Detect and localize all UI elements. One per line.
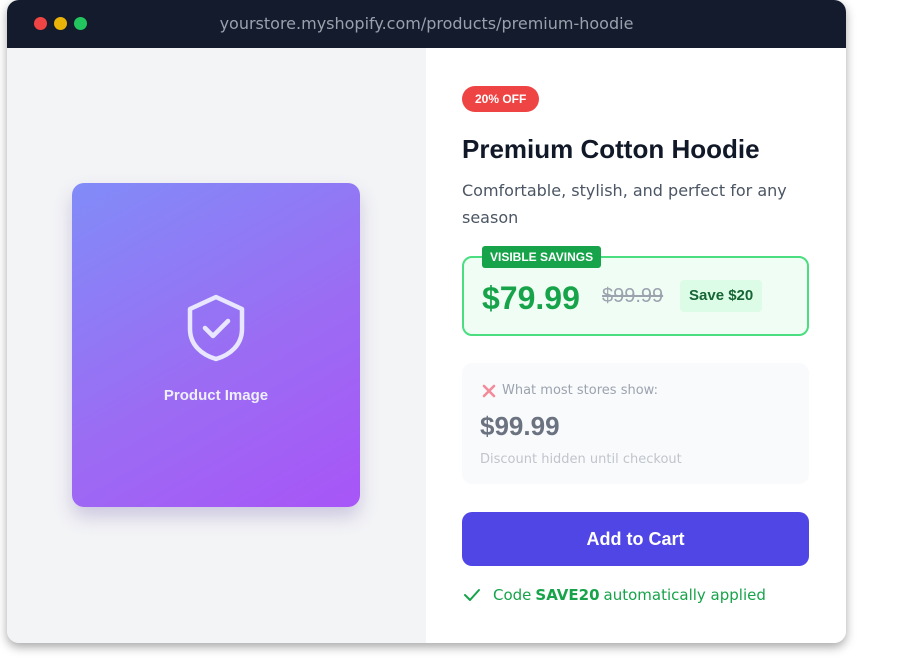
coupon-suffix: automatically applied [603,586,766,604]
shield-check-icon [187,294,245,362]
comparison-label: What most stores show: [502,383,658,398]
savings-price-box: VISIBLE SAVINGS $79.99 $99.99 Save $20 [462,246,809,336]
save-amount-chip: Save $20 [680,280,763,312]
product-details: 20% OFF Premium Cotton Hoodie Comfortabl… [426,48,846,643]
x-icon [482,384,496,398]
comparison-price: $99.99 [480,411,560,441]
product-subtitle: Comfortable, stylish, and perfect for an… [462,181,787,227]
product-image-label: Product Image [163,387,269,404]
check-icon [464,589,480,601]
product-title: Premium Cotton Hoodie [462,134,760,164]
coupon-prefix: Code [493,586,532,604]
product-image[interactable]: Product Image [72,183,360,507]
sale-price: $79.99 [482,280,580,316]
comparison-note: Discount hidden until checkout [480,452,682,467]
discount-badge: 20% OFF [462,86,540,112]
product-gallery: Product Image [7,48,426,643]
visible-savings-tag: VISIBLE SAVINGS [482,246,602,268]
coupon-code: SAVE20 [535,586,600,604]
address-bar-url[interactable]: yourstore.myshopify.com/products/premium… [7,14,846,34]
coupon-applied-row: Code SAVE20 automatically applied [462,586,766,604]
add-to-cart-button[interactable]: Add to Cart [462,512,809,566]
browser-window: yourstore.myshopify.com/products/premium… [7,0,846,643]
comparison-box: What most stores show: $99.99 Discount h… [462,363,809,484]
browser-titlebar: yourstore.myshopify.com/products/premium… [7,0,846,48]
original-price: $99.99 [602,285,664,307]
